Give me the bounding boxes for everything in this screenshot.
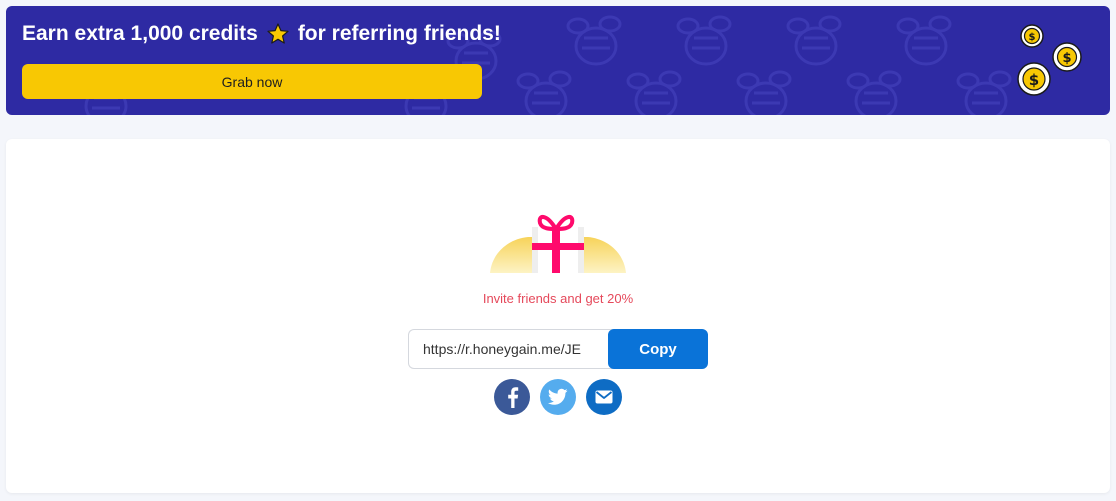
twitter-icon xyxy=(548,388,568,405)
referral-banner: Earn extra 1,000 credits for referring f… xyxy=(6,6,1110,115)
coins-icon: $ $ $ xyxy=(1017,24,1082,96)
referral-card: Invite friends and get 20% Copy xyxy=(6,139,1110,493)
facebook-icon xyxy=(508,387,519,408)
mail-icon xyxy=(595,390,613,404)
banner-title-prefix: Earn extra 1,000 credits xyxy=(22,22,258,45)
share-twitter-button[interactable] xyxy=(540,379,576,415)
share-facebook-button[interactable] xyxy=(494,379,530,415)
svg-text:$: $ xyxy=(1029,71,1039,89)
banner-title-suffix: for referring friends! xyxy=(297,22,501,45)
gift-icon xyxy=(490,215,626,273)
share-email-button[interactable] xyxy=(586,379,622,415)
referral-link-input[interactable] xyxy=(408,329,614,369)
referral-link-group: Copy xyxy=(408,329,708,369)
svg-text:$: $ xyxy=(1029,32,1036,43)
svg-text:$: $ xyxy=(1062,51,1071,66)
share-buttons xyxy=(494,379,624,416)
star-icon xyxy=(267,23,289,44)
copy-button[interactable]: Copy xyxy=(608,329,708,369)
grab-now-button[interactable]: Grab now xyxy=(22,64,482,99)
invite-message: Invite friends and get 20% xyxy=(482,291,634,306)
banner-title: Earn extra 1,000 credits for referring f… xyxy=(22,22,501,46)
